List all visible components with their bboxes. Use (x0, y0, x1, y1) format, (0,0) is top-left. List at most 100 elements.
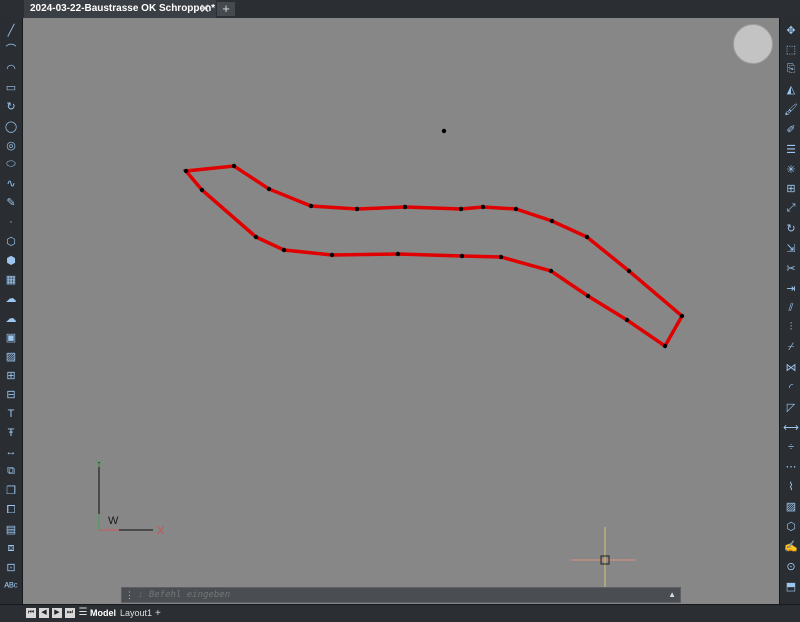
copy-icon[interactable]: ⎘ (783, 62, 799, 78)
revcloud-icon[interactable]: ☁ (3, 291, 19, 307)
tab-model[interactable]: Model (90, 605, 116, 622)
vertex-grip[interactable] (281, 247, 287, 253)
lengthen-icon[interactable]: ⟷ (783, 419, 799, 435)
vertex-grip[interactable] (662, 343, 668, 349)
block-icon[interactable]: ▣ (3, 329, 19, 345)
new-tab-button[interactable]: + (217, 2, 235, 16)
point-icon[interactable]: · (3, 214, 19, 230)
rectangle-icon[interactable]: ▭ (3, 80, 19, 96)
vertex-grip[interactable] (679, 313, 685, 319)
boundary-icon[interactable]: ⬢ (3, 252, 19, 268)
document-tab[interactable]: 2024-03-22-Baustrasse OK Schroppen* (24, 0, 216, 18)
measure-icon[interactable]: ⋯ (783, 459, 799, 475)
rotate-icon[interactable]: ↻ (3, 99, 19, 115)
fillet-icon[interactable]: ◜ (783, 380, 799, 396)
layout-list-icon[interactable]: ☰ (78, 608, 88, 618)
offset-icon[interactable]: ⫽ (783, 300, 799, 316)
vertex-grip[interactable] (253, 234, 259, 240)
drawing-area[interactable]: Y W X (23, 18, 779, 604)
hatch-icon[interactable]: ▨ (783, 499, 799, 515)
spline-icon[interactable]: ∿ (3, 176, 19, 192)
vertex-grip[interactable] (584, 234, 590, 240)
drag-grip-icon[interactable]: ⋮ (125, 588, 134, 602)
vertex-grip[interactable] (513, 206, 519, 212)
region-icon[interactable]: ⬡ (3, 233, 19, 249)
move-icon[interactable]: ✥ (783, 22, 799, 38)
chevron-up-icon[interactable]: ▲ (668, 588, 676, 602)
circle-icon[interactable]: ◯ (3, 118, 19, 134)
properties-icon[interactable]: ☰ (783, 141, 799, 157)
hatch-icon[interactable]: ▨ (3, 348, 19, 364)
array-icon[interactable]: ⊞ (783, 181, 799, 197)
arc-icon[interactable]: ◠ (3, 60, 19, 76)
divide-icon[interactable]: ÷ (783, 439, 799, 455)
last-layout-icon[interactable]: ⏭ (65, 608, 75, 618)
vertex-grip[interactable] (585, 293, 591, 299)
edit-icon[interactable]: ✍ (783, 538, 799, 554)
eyedropper-icon[interactable]: ✐ (783, 121, 799, 137)
vertex-grip[interactable] (354, 206, 360, 212)
vertex-grip[interactable] (183, 168, 189, 174)
paint-brush-icon[interactable]: 🖌 (783, 101, 799, 117)
point-object[interactable] (441, 128, 447, 134)
vertex-grip[interactable] (549, 218, 555, 224)
dimension-icon[interactable]: ↔ (3, 444, 19, 460)
vertex-grip[interactable] (199, 187, 205, 193)
first-layout-icon[interactable]: ⏮ (26, 608, 36, 618)
viewcube-compass[interactable] (733, 24, 773, 64)
wipeout-icon[interactable]: ▦ (3, 272, 19, 288)
prev-layout-icon[interactable]: ◀ (39, 608, 49, 618)
orbit-icon[interactable]: ⊙ (783, 558, 799, 574)
attach-icon[interactable]: ⊡ (3, 560, 19, 576)
close-tab-icon[interactable]: ✕ (198, 0, 212, 18)
vertex-grip[interactable] (231, 163, 237, 169)
extend-icon[interactable]: ⇥ (783, 280, 799, 296)
line-icon[interactable]: ╱ (3, 22, 19, 38)
vertex-grip[interactable] (395, 251, 401, 257)
chamfer-icon[interactable]: ◸ (783, 399, 799, 415)
select-icon[interactable]: ⬚ (783, 42, 799, 58)
layer-icon[interactable]: ▤ (3, 521, 19, 537)
group-icon[interactable]: ⧠ (3, 502, 19, 518)
vertex-grip[interactable] (402, 204, 408, 210)
command-input[interactable] (138, 588, 658, 602)
multiline-text-icon[interactable]: Ŧ (3, 425, 19, 441)
donut-icon[interactable]: ◎ (3, 137, 19, 153)
vertex-grip[interactable] (480, 204, 486, 210)
vertex-grip[interactable] (459, 253, 465, 259)
vertex-grip[interactable] (548, 268, 554, 274)
vertex-grip[interactable] (458, 206, 464, 212)
mirror-icon[interactable]: ◭ (783, 82, 799, 98)
vertex-grip[interactable] (498, 254, 504, 260)
explode-icon[interactable]: ✳ (783, 161, 799, 177)
polyline-outline[interactable] (182, 164, 685, 349)
freehand-icon[interactable]: ✎ (3, 195, 19, 211)
vertex-grip[interactable] (266, 186, 272, 192)
vertex-grip[interactable] (626, 268, 632, 274)
cloud-icon[interactable]: ☁ (3, 310, 19, 326)
command-line[interactable]: ⋮ ▲ (121, 587, 681, 603)
region-icon[interactable]: ⬡ (783, 519, 799, 535)
copy-block-icon[interactable]: ❐ (3, 483, 19, 499)
3d-view-icon[interactable]: ⬒ (783, 578, 799, 594)
text-icon[interactable]: T (3, 406, 19, 422)
break-icon[interactable]: ⌿ (783, 340, 799, 356)
trim-icon[interactable]: ✂ (783, 260, 799, 276)
pedit-icon[interactable]: ⌇ (783, 479, 799, 495)
block-editor-icon[interactable]: ⧉ (3, 464, 19, 480)
scale-icon[interactable]: ⤢ (783, 201, 799, 217)
rotate-icon[interactable]: ↻ (783, 221, 799, 237)
polyline-icon[interactable]: ⌒ (3, 41, 19, 57)
align-icon[interactable]: ⫶ (783, 320, 799, 336)
drawing-canvas[interactable]: Y W X ⋮ ▲ (23, 18, 779, 604)
insert-icon[interactable]: ⊞ (3, 368, 19, 384)
abc-icon[interactable]: ᴬᴮᶜ (3, 579, 19, 595)
vertex-grip[interactable] (624, 317, 630, 323)
add-layout-button[interactable]: + (155, 605, 161, 622)
join-icon[interactable]: ⋈ (783, 360, 799, 376)
xref-icon[interactable]: ⧈ (3, 540, 19, 556)
vertex-grip[interactable] (308, 203, 314, 209)
tab-layout1[interactable]: Layout1 (120, 605, 152, 622)
vertex-grip[interactable] (329, 252, 335, 258)
ellipse-icon[interactable]: ⬭ (3, 156, 19, 172)
